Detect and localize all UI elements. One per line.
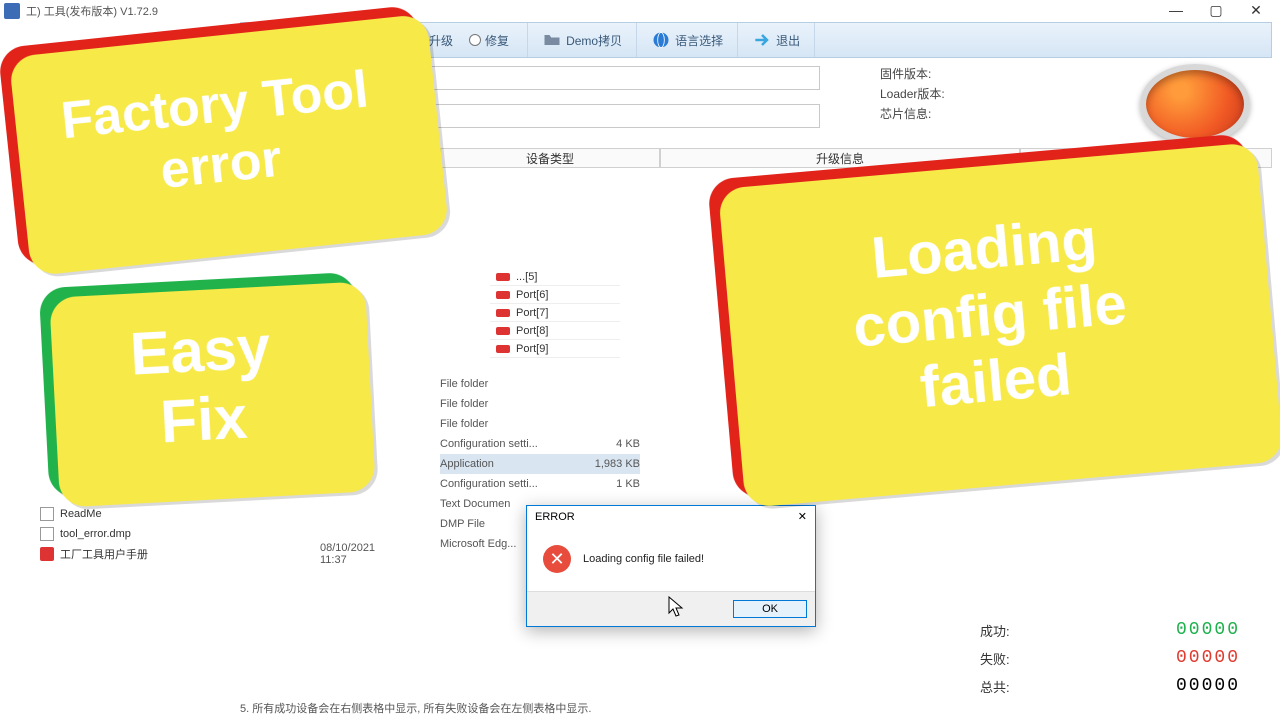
ok-button[interactable]: OK [733,600,807,618]
minimize-button[interactable]: — [1156,0,1196,20]
total-label: 总共: [980,677,1010,696]
fw-version-label: 固件版本: [880,64,1100,84]
explorer-pane: ReadMe tool_error.dmp 工厂工具用户手册08/10/2021… [40,504,340,564]
explorer-item[interactable]: 工厂工具用户手册08/10/2021 11:37 [40,544,340,564]
usb-icon [496,327,510,335]
col-devtype: 设备类型 [440,148,660,168]
explorer-item[interactable]: ReadMe [40,504,340,524]
port-row[interactable]: Port[9] [490,340,620,358]
usb-icon [496,273,510,281]
info-panel: 固件版本: Loader版本: 芯片信息: [880,64,1100,124]
demo-button[interactable]: Demo拷贝 [528,23,637,57]
file-row[interactable]: File folder [440,374,640,394]
error-icon: ✕ [543,545,571,573]
usb-icon [496,345,510,353]
port-row[interactable]: Port[6] [490,286,620,304]
demo-label: Demo拷贝 [566,32,622,49]
port-row[interactable]: ...[5] [490,268,620,286]
file-row[interactable]: File folder [440,414,640,434]
callout-easy-fix: EasyFix [39,272,366,498]
loader-version-label: Loader版本: [880,84,1100,104]
success-label: 成功: [980,621,1010,640]
file-row[interactable]: File folder [440,394,640,414]
file-row-selected[interactable]: Application1,983 KB [440,454,640,474]
arrow-right-icon [752,30,772,50]
port-row[interactable]: Port[7] [490,304,620,322]
callout-factory-tool-error: Factory Toolerror [0,5,438,268]
big-action-button[interactable] [1140,64,1250,144]
total-value: 00000 [1176,676,1240,696]
window-title: 工) 工具(发布版本) V1.72.9 [26,3,158,19]
port-list: ...[5] Port[6] Port[7] Port[8] Port[9] [490,268,620,358]
port-row[interactable]: Port[8] [490,322,620,340]
language-button[interactable]: 语言选择 [637,23,738,57]
repair-radio[interactable]: 修复 [469,32,509,49]
exit-button[interactable]: 退出 [738,23,815,57]
app-icon [4,3,20,19]
file-date: 08/10/2021 11:37 [320,542,375,566]
close-button[interactable]: ✕ [1236,0,1276,20]
dialog-title: ERROR [535,511,575,523]
titlebar: 工) 工具(发布版本) V1.72.9 — ▢ ✕ [0,0,1280,22]
exit-label: 退出 [776,32,800,49]
file-icon [40,527,54,541]
usb-icon [496,309,510,317]
file-row[interactable]: Configuration setti...4 KB [440,434,640,454]
usb-icon [496,291,510,299]
folder-icon [542,30,562,50]
error-dialog: ERROR ✕ ✕ Loading config file failed! OK [526,505,816,627]
globe-icon [651,30,671,50]
counter-panel: 成功: 00000 失败: 00000 总共: 00000 [980,616,1240,700]
dialog-close-button[interactable]: ✕ [798,510,807,523]
fail-label: 失败: [980,649,1010,668]
language-label: 语言选择 [675,32,723,49]
callout-loading-config-failed: Loadingconfig filefailed [707,133,1273,499]
dialog-message: Loading config file failed! [583,553,704,565]
chip-info-label: 芯片信息: [880,104,1100,124]
file-icon [40,507,54,521]
success-value: 00000 [1176,620,1240,640]
maximize-button[interactable]: ▢ [1196,0,1236,20]
fail-value: 00000 [1176,648,1240,668]
file-row[interactable]: Configuration setti...1 KB [440,474,640,494]
explorer-item[interactable]: tool_error.dmp [40,524,340,544]
pdf-icon [40,547,54,561]
instruction-line: 5. 所有成功设备会在右侧表格中显示, 所有失败设备会在左侧表格中显示. [240,700,591,716]
